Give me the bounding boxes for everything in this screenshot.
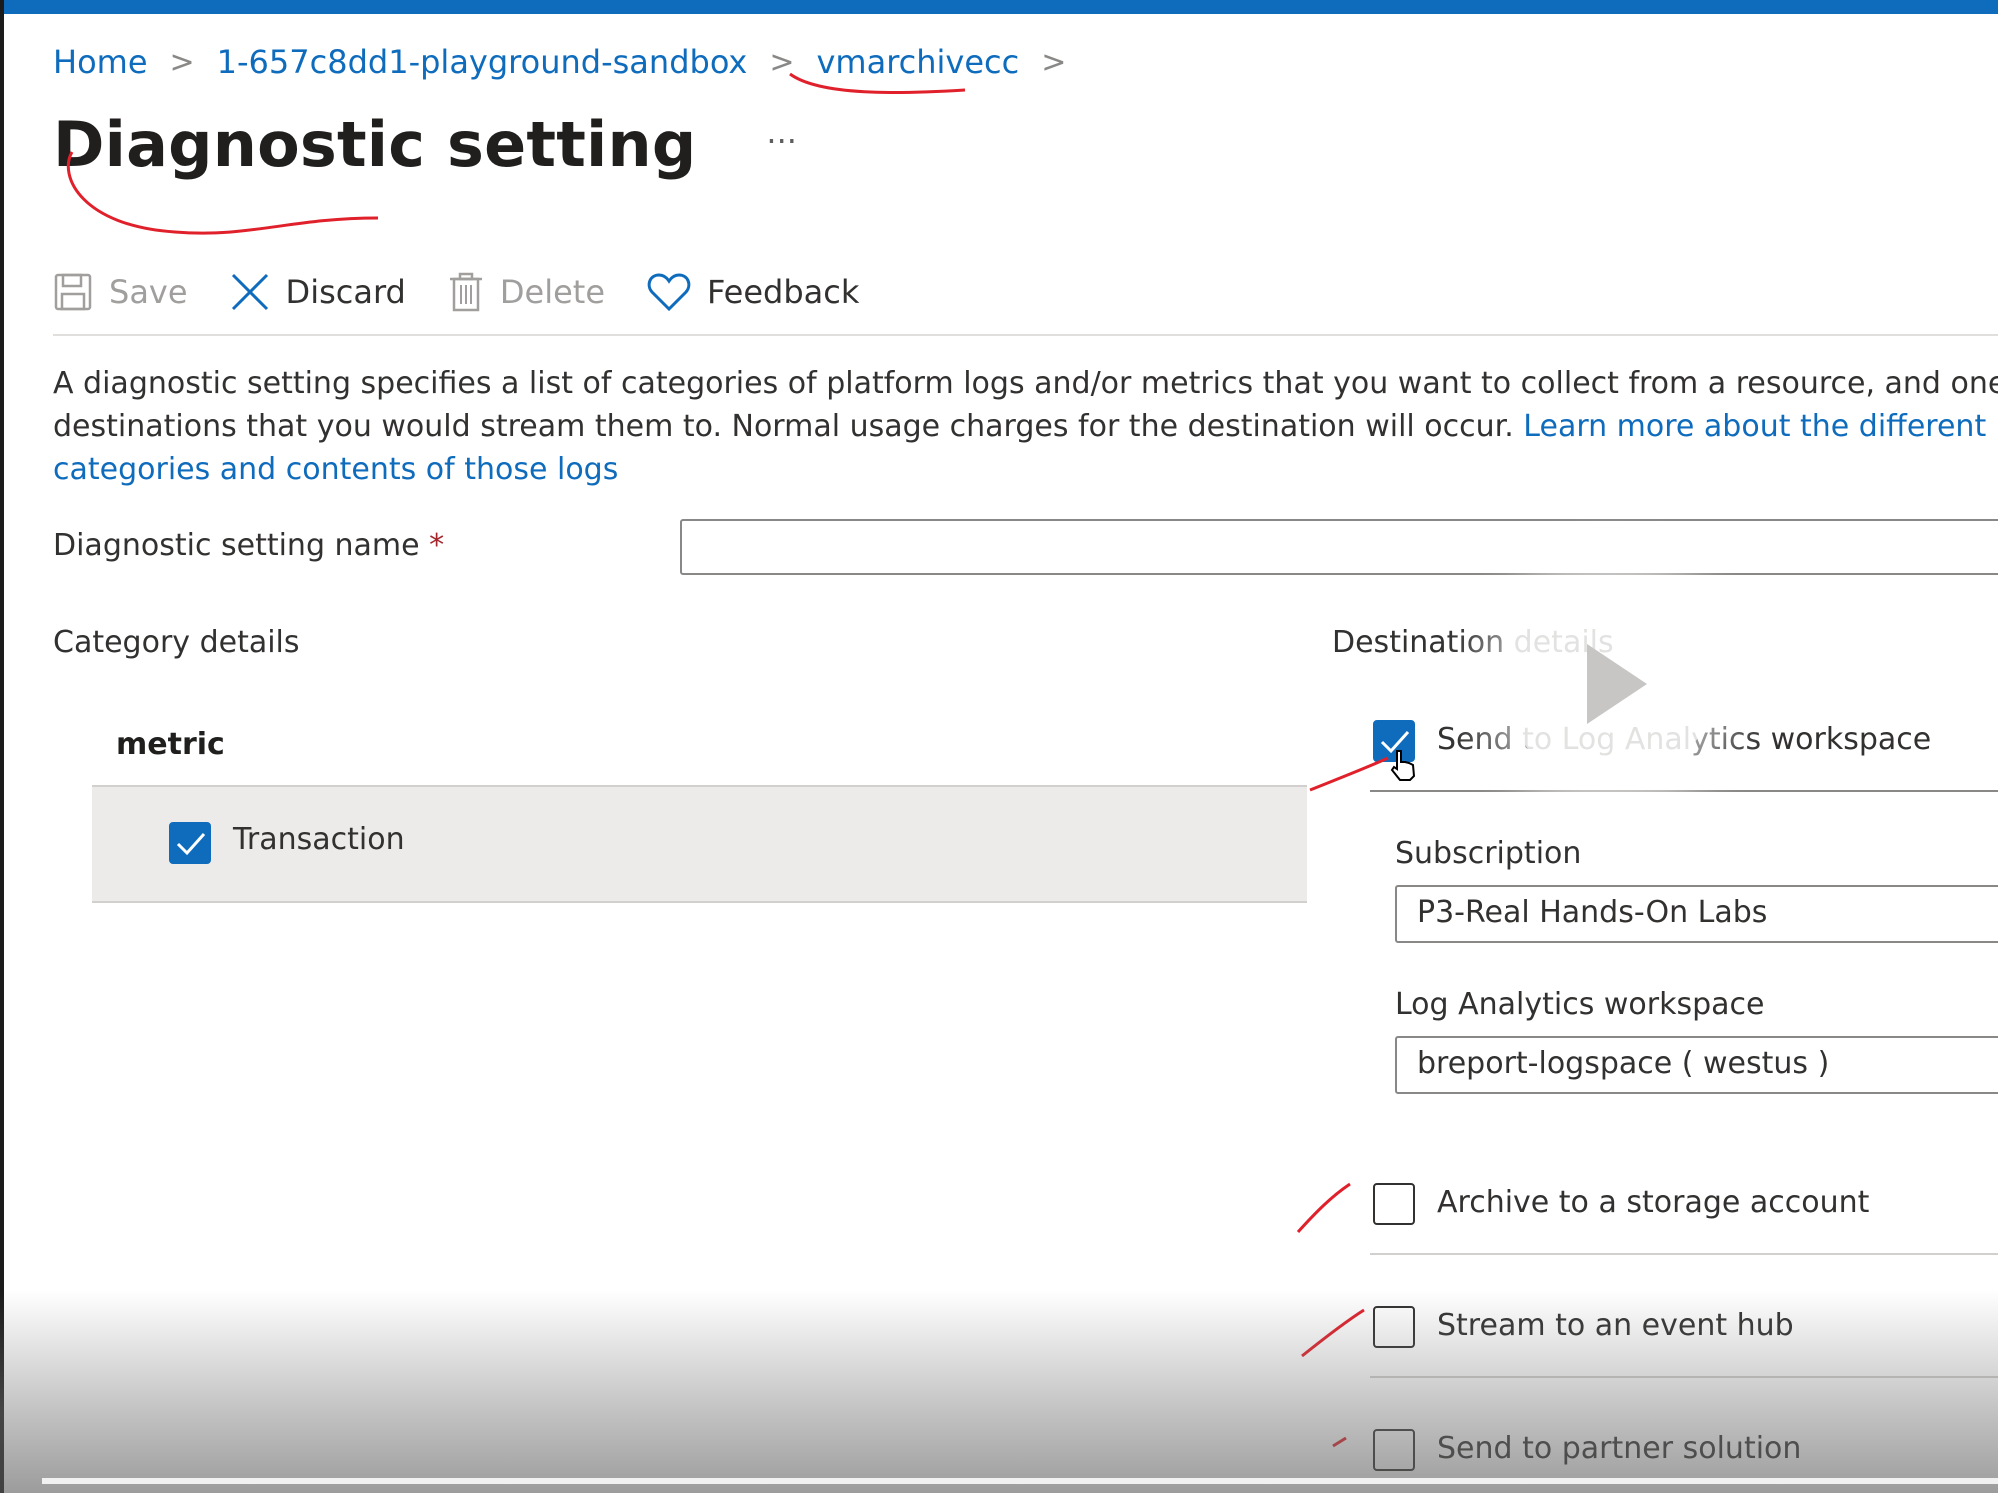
category-details-heading: Category details [53, 625, 300, 660]
feedback-button[interactable]: Feedback [647, 262, 859, 322]
page-title: Diagnostic setting [53, 108, 697, 181]
transaction-checkbox[interactable] [169, 822, 211, 864]
description-line-2: destinations that you would stream them … [53, 405, 1998, 448]
breadcrumb-separator: > [169, 44, 195, 80]
delete-button[interactable]: Delete [448, 262, 605, 322]
workspace-select[interactable]: breport-logspace ( westus ) [1395, 1036, 1998, 1094]
description: A diagnostic setting specifies a list of… [53, 362, 1998, 491]
breadcrumb: Home > 1-657c8dd1-playground-sandbox > v… [53, 38, 1088, 86]
diagnostic-setting-name-input[interactable] [680, 519, 1998, 575]
breadcrumb-resource[interactable]: vmarchivecc [816, 43, 1019, 81]
more-options-button[interactable]: ··· [766, 122, 797, 160]
learn-more-link-continued[interactable]: categories and contents of those logs [53, 452, 618, 487]
event-hub-checkbox[interactable] [1373, 1306, 1415, 1348]
heart-icon [647, 273, 691, 312]
partner-solution-label: Send to partner solution [1437, 1431, 1802, 1466]
description-line-1: A diagnostic setting specifies a list of… [53, 366, 1998, 401]
discard-label: Discard [285, 273, 406, 311]
partner-solution-checkbox[interactable] [1373, 1429, 1415, 1471]
learn-more-link[interactable]: Learn more about the different log [1523, 409, 1998, 444]
pointer-hand-icon [1390, 750, 1416, 781]
command-bar: Save Discard Delete Feedback [53, 262, 1998, 336]
title-row: Diagnostic setting ··· [53, 108, 797, 181]
video-play-button[interactable] [1505, 580, 1713, 788]
transaction-label: Transaction [233, 822, 405, 857]
workspace-label: Log Analytics workspace [1395, 987, 1765, 1022]
trash-icon [449, 272, 482, 312]
divider [1370, 790, 1998, 792]
window-edge [0, 0, 4, 1493]
play-icon [1587, 644, 1647, 724]
divider [1370, 1253, 1998, 1255]
discard-button[interactable]: Discard [230, 262, 406, 322]
checkmark-icon [176, 832, 206, 856]
close-icon [231, 273, 268, 311]
breadcrumb-resource-group[interactable]: 1-657c8dd1-playground-sandbox [217, 43, 748, 81]
description-text: destinations that you would stream them … [53, 409, 1524, 444]
delete-label: Delete [499, 273, 605, 311]
portal-top-bar [0, 0, 1998, 14]
breadcrumb-home[interactable]: Home [53, 43, 148, 81]
storage-account-checkbox[interactable] [1373, 1183, 1415, 1225]
save-icon [54, 273, 92, 311]
name-label-text: Diagnostic setting name [53, 528, 420, 563]
event-hub-label: Stream to an event hub [1437, 1308, 1794, 1343]
feedback-label: Feedback [707, 273, 860, 311]
subscription-select[interactable]: P3-Real Hands-On Labs [1395, 885, 1998, 943]
breadcrumb-separator: > [769, 44, 795, 80]
subscription-label: Subscription [1395, 836, 1582, 871]
breadcrumb-separator: > [1041, 44, 1067, 80]
metric-group-label: metric [116, 727, 225, 762]
video-progress-bar[interactable] [42, 1478, 1998, 1484]
required-marker: * [429, 528, 445, 563]
storage-account-label: Archive to a storage account [1437, 1185, 1870, 1220]
diagnostic-setting-name-label: Diagnostic setting name * [53, 528, 444, 563]
divider [1370, 1376, 1998, 1378]
save-label: Save [109, 273, 188, 311]
save-button[interactable]: Save [53, 262, 188, 322]
